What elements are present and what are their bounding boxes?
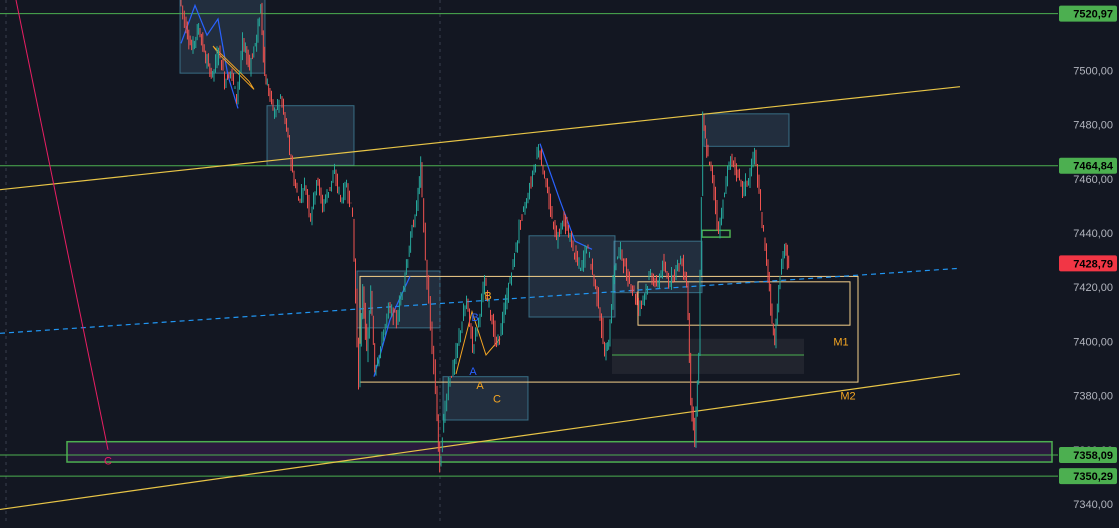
- m2-label: M2: [840, 391, 855, 403]
- price-tick-label: 7480,00: [1073, 120, 1113, 132]
- price-tick-label: 7340,00: [1073, 499, 1113, 511]
- price-tick-label: 7380,00: [1073, 391, 1113, 403]
- support-zone: [66, 440, 1053, 463]
- level-price-text: 7520,97: [1073, 9, 1113, 21]
- level-price-text: 7358,09: [1073, 450, 1113, 462]
- order-block-box: [442, 376, 529, 421]
- chart[interactable]: BBAACCM1M2 7340,007360,007380,007400,007…: [0, 0, 1119, 523]
- wave-label: C: [493, 393, 501, 405]
- wave-label: A: [469, 366, 477, 378]
- wave-label: A: [476, 380, 484, 392]
- shaded-range-box: [612, 338, 804, 374]
- price-tick-label: 7460,00: [1073, 174, 1113, 186]
- wave-label: B: [471, 312, 478, 324]
- price-tick-label: 7500,00: [1073, 65, 1113, 77]
- chart-canvas[interactable]: BBAACCM1M2 7340,007360,007380,007400,007…: [0, 0, 1119, 523]
- m1-label: M1: [833, 336, 848, 348]
- wave-label: B: [484, 290, 491, 302]
- price-tick-label: 7400,00: [1073, 336, 1113, 348]
- order-block-box: [703, 113, 790, 147]
- level-price-text: 7464,84: [1073, 161, 1114, 173]
- price-tick-label: 7440,00: [1073, 228, 1113, 240]
- current-price-text: 7428,79: [1073, 258, 1113, 270]
- price-tick-label: 7420,00: [1073, 282, 1113, 294]
- wave-label: C: [104, 456, 112, 468]
- level-price-text: 7350,29: [1073, 471, 1113, 483]
